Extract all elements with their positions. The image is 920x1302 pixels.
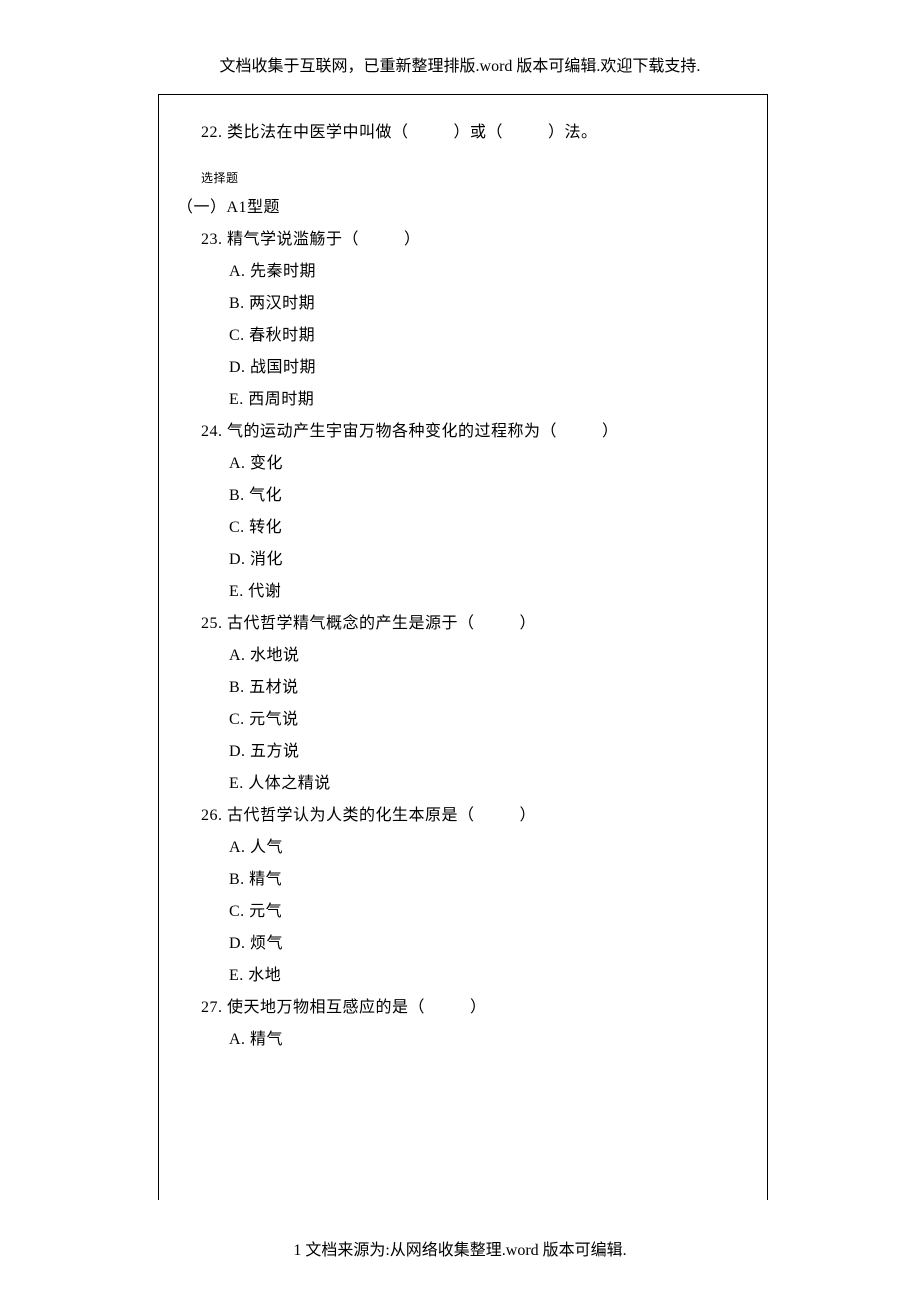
q25-suffix: ） (520, 615, 537, 632)
q25-prefix: 25. 古代哲学精气概念的产生是源于（ (201, 615, 475, 632)
q25-option-e: E. 人体之精说 (177, 768, 749, 800)
q27-option-a: A. 精气 (177, 1024, 749, 1056)
q24-option-b: B. 气化 (177, 480, 749, 512)
blank-2 (503, 117, 548, 149)
blank-q24 (557, 416, 602, 448)
header-note: 文档收集于互联网，已重新整理排版.word 版本可编辑.欢迎下载支持. (0, 0, 920, 94)
q24-option-a: A. 变化 (177, 448, 749, 480)
q24-suffix: ） (602, 423, 619, 440)
blank-q27 (425, 992, 470, 1024)
q26-option-b: B. 精气 (177, 864, 749, 896)
blank-q23 (359, 224, 404, 256)
q23-option-c: C. 春秋时期 (177, 320, 749, 352)
q26-option-e: E. 水地 (177, 960, 749, 992)
q25-option-b: B. 五材说 (177, 672, 749, 704)
page-frame: 22. 类比法在中医学中叫做（ ）或（ ）法。 选择题 （一）A1型题 23. … (158, 94, 768, 1200)
q25-option-d: D. 五方说 (177, 736, 749, 768)
q22-mid: ）或（ (454, 124, 504, 141)
q23-prefix: 23. 精气学说滥觞于（ (201, 231, 359, 248)
blank-q26 (475, 800, 520, 832)
q24-prefix: 24. 气的运动产生宇宙万物各种变化的过程称为（ (201, 423, 557, 440)
q26-option-a: A. 人气 (177, 832, 749, 864)
q23-suffix: ） (404, 231, 421, 248)
q27-suffix: ） (470, 999, 487, 1016)
section-heading: （一）A1型题 (177, 192, 749, 224)
q25-option-c: C. 元气说 (177, 704, 749, 736)
q26-option-c: C. 元气 (177, 896, 749, 928)
q23-option-e: E. 西周时期 (177, 384, 749, 416)
q26-suffix: ） (520, 807, 537, 824)
question-24-stem: 24. 气的运动产生宇宙万物各种变化的过程称为（ ） (177, 416, 749, 448)
q26-option-d: D. 烦气 (177, 928, 749, 960)
q26-prefix: 26. 古代哲学认为人类的化生本原是（ (201, 807, 475, 824)
small-heading: 选择题 (177, 149, 749, 192)
question-23-stem: 23. 精气学说滥觞于（ ） (177, 224, 749, 256)
q24-option-c: C. 转化 (177, 512, 749, 544)
blank-q25 (475, 608, 520, 640)
question-22: 22. 类比法在中医学中叫做（ ）或（ ）法。 (177, 117, 749, 149)
blank-1 (409, 117, 454, 149)
question-27-stem: 27. 使天地万物相互感应的是（ ） (177, 992, 749, 1024)
q22-prefix: 22. 类比法在中医学中叫做（ (201, 124, 409, 141)
q24-option-e: E. 代谢 (177, 576, 749, 608)
footer-note: 1 文档来源为:从网络收集整理.word 版本可编辑. (0, 1236, 920, 1260)
q23-option-b: B. 两汉时期 (177, 288, 749, 320)
q27-prefix: 27. 使天地万物相互感应的是（ (201, 999, 425, 1016)
question-25-stem: 25. 古代哲学精气概念的产生是源于（ ） (177, 608, 749, 640)
question-26-stem: 26. 古代哲学认为人类的化生本原是（ ） (177, 800, 749, 832)
q23-option-d: D. 战国时期 (177, 352, 749, 384)
q25-option-a: A. 水地说 (177, 640, 749, 672)
q24-option-d: D. 消化 (177, 544, 749, 576)
q23-option-a: A. 先秦时期 (177, 256, 749, 288)
q22-suffix: ）法。 (548, 124, 598, 141)
